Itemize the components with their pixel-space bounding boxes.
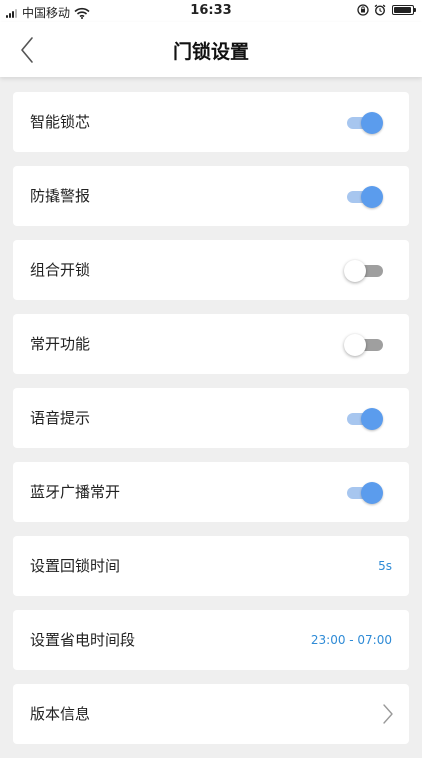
orientation-lock-icon	[357, 4, 369, 16]
battery-icon	[392, 5, 416, 15]
nav-bar: 门锁设置	[0, 22, 422, 77]
setting-row-relock-time[interactable]: 设置回锁时间 5s	[13, 536, 409, 596]
settings-list: 智能锁芯 防撬警报 组合开锁 常开功能 语音提示 蓝牙广播常开 设置回锁时间 5…	[13, 92, 409, 758]
setting-label: 组合开锁	[30, 261, 91, 279]
setting-row-anti-pry-alarm: 防撬警报	[13, 166, 409, 226]
setting-label: 防撬警报	[30, 187, 91, 205]
relock-time-value: 5s	[378, 559, 392, 573]
setting-row-power-saving-period[interactable]: 设置省电时间段 23:00 - 07:00	[13, 610, 409, 670]
status-bar: 中国移动 16:33	[0, 0, 422, 22]
setting-row-voice-prompt: 语音提示	[13, 388, 409, 448]
status-bar-right	[352, 4, 416, 16]
setting-label: 设置回锁时间	[30, 557, 121, 575]
page-title: 门锁设置	[172, 41, 249, 63]
toggle-knob	[344, 334, 366, 356]
toggle-knob	[361, 112, 383, 134]
chevron-right-icon	[381, 702, 395, 726]
setting-label: 版本信息	[30, 705, 91, 723]
setting-row-version-info[interactable]: 版本信息	[13, 684, 409, 744]
combination-unlock-toggle[interactable]	[344, 260, 383, 282]
toggle-knob	[361, 408, 383, 430]
setting-row-always-open: 常开功能	[13, 314, 409, 374]
bluetooth-broadcast-toggle[interactable]	[347, 482, 383, 504]
setting-label: 蓝牙广播常开	[30, 483, 121, 501]
anti-pry-alarm-toggle[interactable]	[347, 186, 383, 208]
toggle-knob	[344, 260, 366, 282]
power-saving-period-value: 23:00 - 07:00	[310, 633, 392, 647]
toggle-knob	[361, 482, 383, 504]
toggle-knob	[361, 186, 383, 208]
voice-prompt-toggle[interactable]	[347, 408, 383, 430]
smart-lock-core-toggle[interactable]	[347, 112, 383, 134]
setting-label: 常开功能	[30, 335, 91, 353]
setting-row-bluetooth-broadcast: 蓝牙广播常开	[13, 462, 409, 522]
setting-label: 智能锁芯	[30, 113, 91, 131]
always-open-toggle[interactable]	[344, 334, 383, 356]
alarm-icon	[374, 4, 386, 16]
setting-row-combination-unlock: 组合开锁	[13, 240, 409, 300]
setting-row-smart-lock-core: 智能锁芯	[13, 92, 409, 152]
setting-label: 语音提示	[30, 409, 91, 427]
setting-label: 设置省电时间段	[30, 631, 136, 649]
